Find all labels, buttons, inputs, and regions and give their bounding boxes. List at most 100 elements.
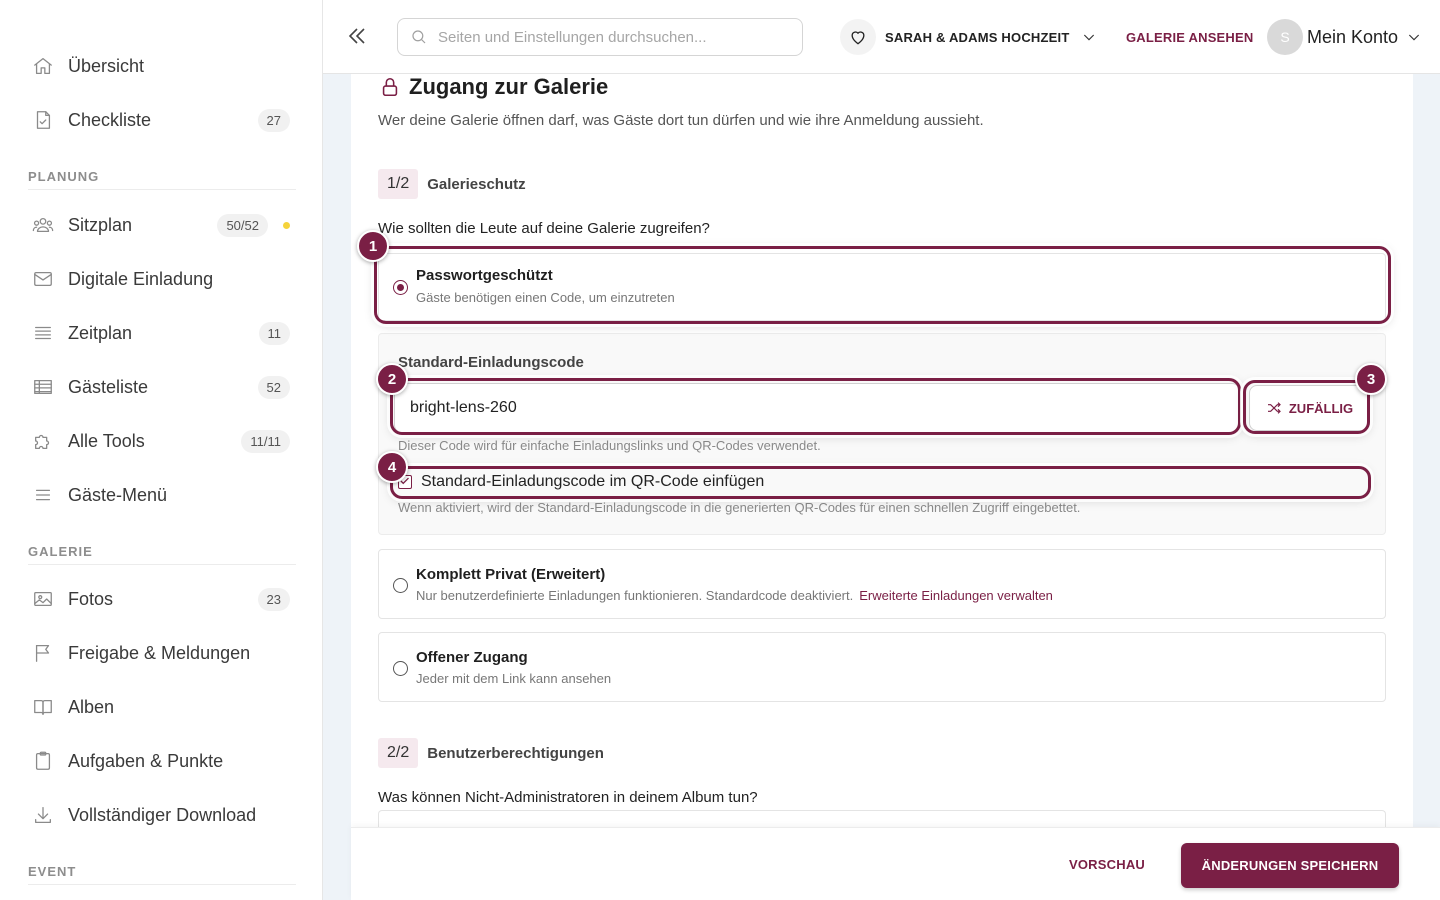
sidebar-item-label: Alben (68, 696, 115, 717)
sidebar-item-label: Sitzplan (68, 214, 133, 235)
checkbox-hint: Wenn aktiviert, wird der Standard-Einlad… (398, 500, 1081, 515)
radio-fully-private[interactable] (393, 578, 408, 593)
sidebar-item-approvals-reports[interactable]: Freigabe & Meldungen (28, 633, 296, 673)
home-icon (28, 54, 60, 78)
event-selector[interactable]: SARAH & ADAMS HOCHZEIT (840, 19, 1097, 55)
count-badge: 11/11 (241, 429, 290, 453)
sidebar-item-overview[interactable]: Übersicht (28, 46, 296, 86)
option-title: Komplett Privat (Erweitert) (416, 566, 606, 583)
envelope-icon (28, 267, 60, 291)
puzzle-icon (28, 429, 60, 453)
checklist-icon (28, 108, 60, 132)
sidebar-item-label: Alle Tools (68, 430, 145, 451)
page-title: Zugang zur Galerie (379, 74, 608, 100)
step-marker-4: 4 (376, 451, 408, 483)
event-name: SARAH & ADAMS HOCHZEIT (885, 29, 1070, 45)
radio-open-access[interactable] (393, 661, 408, 676)
flag-icon (28, 641, 60, 665)
section-title-event: EVENT (28, 864, 77, 879)
step-marker-1: 1 (357, 230, 389, 262)
step-number: 2/2 (378, 738, 419, 768)
divider (28, 884, 296, 885)
checkbox-label: Standard-Einladungscode im QR-Code einfü… (421, 473, 765, 490)
sidebar: Übersicht Checkliste 27 PLANUNG Sitzplan… (0, 0, 323, 900)
account-label: Mein Konto (1307, 26, 1399, 47)
step-number: 1/2 (378, 169, 419, 199)
sidebar-item-guest-menu[interactable]: Gäste-Menü (28, 475, 296, 515)
count-badge: 50/52 (217, 213, 268, 237)
sidebar-item-guest-list[interactable]: Gästeliste 52 (28, 367, 296, 407)
randomize-code-button[interactable]: ZUFÄLLIG (1249, 385, 1370, 431)
section-title-gallery: GALERIE (28, 544, 93, 559)
invite-code-hint: Dieser Code wird für einfache Einladungs… (398, 438, 821, 453)
image-icon (28, 587, 60, 611)
option-description: Nur benutzerdefinierte Einladungen funkt… (416, 588, 1053, 603)
sidebar-item-schedule[interactable]: Zeitplan 11 (28, 313, 296, 353)
sidebar-item-label: Zeitplan (68, 322, 133, 343)
sidebar-item-photos[interactable]: Fotos 23 (28, 579, 296, 619)
search-icon (412, 30, 426, 44)
sidebar-item-label: Übersicht (68, 55, 145, 76)
clipboard-icon (28, 749, 60, 773)
shuffle-icon (1267, 402, 1281, 414)
search-box[interactable] (397, 18, 803, 56)
sidebar-item-label: Gäste-Menü (68, 484, 168, 505)
step-header-protection: 1/2 Galerieschutz (378, 168, 526, 200)
sidebar-item-albums[interactable]: Alben (28, 687, 296, 727)
step-marker-2: 2 (376, 363, 408, 395)
status-dot (283, 221, 290, 229)
book-icon (28, 695, 60, 719)
divider (28, 189, 296, 190)
option-description: Gäste benötigen einen Code, um einzutret… (416, 290, 675, 305)
sidebar-item-digital-invitation[interactable]: Digitale Einladung (28, 259, 296, 299)
section-title-planning: PLANUNG (28, 169, 100, 184)
step-marker-3: 3 (1355, 363, 1387, 395)
search-input[interactable] (438, 28, 778, 46)
sidebar-item-label: Freigabe & Meldungen (68, 642, 251, 663)
invite-code-input[interactable] (394, 383, 1240, 433)
top-header: SARAH & ADAMS HOCHZEIT GALERIE ANSEHEN S… (323, 0, 1440, 74)
avatar: S (1267, 19, 1303, 55)
sidebar-item-full-download[interactable]: Vollständiger Download (28, 795, 296, 835)
people-icon (28, 213, 60, 237)
invite-code-label: Standard-Einladungscode (398, 354, 584, 371)
page-title-text: Zugang zur Galerie (409, 74, 609, 99)
option-open-access[interactable]: Offener Zugang Jeder mit dem Link kann a… (378, 632, 1386, 702)
sidebar-item-label: Fotos (68, 588, 114, 609)
question-access: Wie sollten die Leute auf deine Galerie … (378, 220, 710, 237)
sidebar-item-all-tools[interactable]: Alle Tools 11/11 (28, 421, 296, 461)
preview-button[interactable]: VORSCHAU (1069, 857, 1145, 872)
radio-password-protected[interactable] (393, 280, 408, 295)
gallery-access-card: Zugang zur Galerie Wer deine Galerie öff… (351, 74, 1413, 900)
sidebar-item-label: Gästeliste (68, 376, 149, 397)
count-badge: 52 (257, 375, 290, 399)
footer-bar: VORSCHAU ÄNDERUNGEN SPEICHERN (351, 827, 1440, 900)
chevron-down-icon (1406, 29, 1422, 45)
account-menu[interactable]: S Mein Konto (1267, 19, 1422, 55)
save-changes-button[interactable]: ÄNDERUNGEN SPEICHERN (1181, 843, 1399, 888)
sidebar-item-tasks-points[interactable]: Aufgaben & Punkte (28, 741, 296, 781)
view-gallery-link[interactable]: GALERIE ANSEHEN (1126, 30, 1253, 45)
count-badge: 27 (257, 108, 290, 132)
lock-icon (382, 77, 398, 97)
count-badge: 23 (257, 587, 290, 611)
qr-code-include-toggle[interactable]: Standard-Einladungscode im QR-Code einfü… (398, 473, 764, 491)
collapse-sidebar-button[interactable] (345, 24, 369, 48)
page-subtitle: Wer deine Galerie öffnen darf, was Gäste… (378, 112, 984, 129)
manage-advanced-invites-link[interactable]: Erweiterte Einladungen verwalten (859, 588, 1053, 603)
menu-icon (28, 483, 60, 507)
option-fully-private[interactable]: Komplett Privat (Erweitert) Nur benutzer… (378, 549, 1386, 619)
heart-icon (840, 19, 876, 55)
randomize-label: ZUFÄLLIG (1288, 400, 1354, 416)
option-title: Passwortgeschützt (416, 267, 553, 284)
list-icon (28, 321, 60, 345)
option-description: Jeder mit dem Link kann ansehen (416, 671, 612, 686)
option-password-protected[interactable]: Passwortgeschützt Gäste benötigen einen … (378, 253, 1386, 321)
download-icon (28, 803, 60, 827)
sidebar-item-seating[interactable]: Sitzplan 50/52 (28, 205, 296, 245)
step-label: Benutzerberechtigungen (427, 744, 604, 762)
sidebar-item-checklist[interactable]: Checkliste 27 (28, 100, 296, 140)
sidebar-item-label: Aufgaben & Punkte (68, 750, 224, 771)
invite-code-panel: Standard-Einladungscode ZUFÄLLIG Dieser … (378, 333, 1386, 535)
step-header-permissions: 2/2 Benutzerberechtigungen (378, 737, 604, 769)
